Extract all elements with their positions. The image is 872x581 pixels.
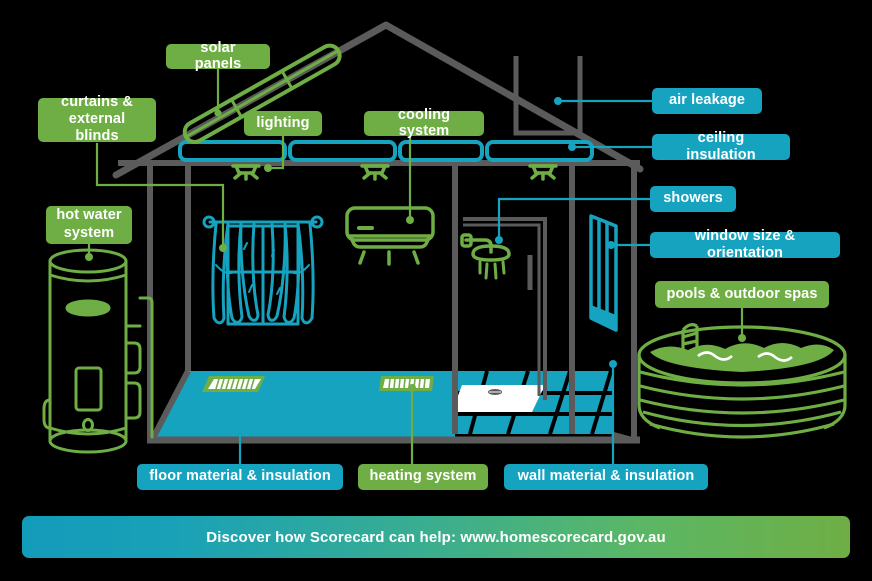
diagram-canvas: solar panels curtains & external blinds … [0,0,872,581]
curtains-window-icon [202,215,324,326]
label-heating-system[interactable]: heating system [358,464,488,490]
label-curtains-external-blinds[interactable]: curtains & external blinds [38,94,156,144]
window-door-icon [589,214,618,332]
label-solar-panels[interactable]: solar panels [166,40,270,72]
label-lighting[interactable]: lighting [244,111,322,136]
label-air-leakage[interactable]: air leakage [652,88,762,114]
chimney-icon [513,56,583,136]
air-conditioner-icon [345,206,435,266]
scorecard-cta-banner[interactable]: Discover how Scorecard can help: www.hom… [22,516,850,558]
shower-base-icon [452,385,545,412]
label-showers[interactable]: showers [650,186,736,212]
label-cooling-system[interactable]: cooling system [364,107,484,139]
banner-text: Discover how Scorecard can help: www.hom… [206,528,666,546]
label-ceiling-insulation[interactable]: ceiling insulation [652,130,790,163]
label-pools-outdoor-spas[interactable]: pools & outdoor spas [655,281,829,308]
label-hot-water-system[interactable]: hot water system [46,206,132,244]
hot-water-tank-icon [42,248,154,454]
label-floor-material-insulation[interactable]: floor material & insulation [137,464,343,490]
label-window-size-orientation[interactable]: window size & orientation [650,228,840,261]
label-wall-material-insulation[interactable]: wall material & insulation [504,464,708,490]
insulation-batt-icon [178,140,594,162]
